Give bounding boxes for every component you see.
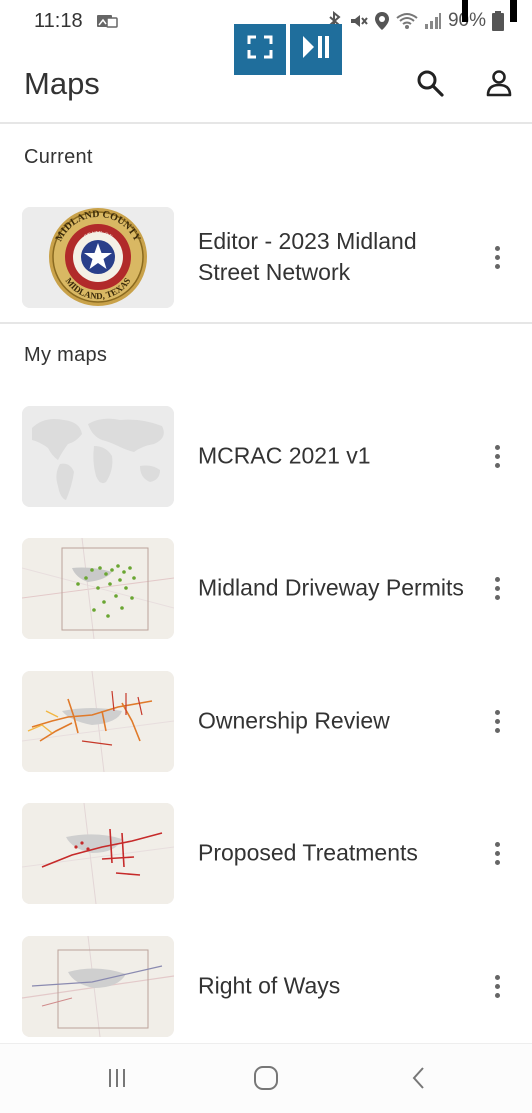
divider <box>0 322 532 324</box>
map-item-current[interactable]: MIDLAND COUNTY MIDLAND, TEXAS STATE OF T… <box>0 197 532 317</box>
mute-icon <box>348 11 368 31</box>
map-title: Ownership Review <box>198 707 390 734</box>
more-vert-dot <box>494 841 500 847</box>
recent-apps-button[interactable] <box>97 1062 137 1098</box>
county-seal-thumb: MIDLAND COUNTY MIDLAND, TEXAS STATE OF T… <box>22 207 174 308</box>
map-item-right-of-ways[interactable]: Right of Ways <box>0 926 532 1046</box>
red-lines-map-thumb <box>22 803 174 904</box>
more-vert-dot <box>494 576 500 582</box>
wifi-icon <box>396 12 418 30</box>
section-header-current: Current <box>24 146 93 168</box>
app-bar: Maps <box>0 46 532 124</box>
map-title: Editor - 2023 Midland Street Network <box>198 228 417 285</box>
more-options-button[interactable] <box>484 436 510 476</box>
base-map-thumb <box>22 936 174 1037</box>
more-vert-dot <box>494 444 500 450</box>
home-button[interactable] <box>246 1062 286 1098</box>
search-button[interactable] <box>413 68 447 102</box>
more-vert-dot <box>494 718 500 724</box>
account-icon <box>485 69 513 102</box>
home-icon <box>253 1065 279 1096</box>
more-vert-dot <box>494 850 500 856</box>
world-map-thumb <box>22 406 174 507</box>
more-vert-dot <box>494 263 500 269</box>
map-title: Right of Ways <box>198 972 341 999</box>
search-icon <box>416 69 444 102</box>
status-time: 11:18 <box>34 10 83 32</box>
orange-lines-map-thumb <box>22 671 174 772</box>
map-item-driveway-permits[interactable]: Midland Driveway Permits <box>0 528 532 648</box>
map-item-mcrac[interactable]: MCRAC 2021 v1 <box>0 396 532 516</box>
map-thumbnail <box>22 936 174 1037</box>
map-title: Midland Driveway Permits <box>198 574 464 601</box>
more-options-button[interactable] <box>484 237 510 277</box>
map-thumbnail: MIDLAND COUNTY MIDLAND, TEXAS STATE OF T… <box>22 207 174 308</box>
overlay-marks <box>462 0 517 22</box>
more-vert-dot <box>494 983 500 989</box>
more-vert-dot <box>494 594 500 600</box>
image-icon <box>96 13 118 34</box>
more-vert-dot <box>494 974 500 980</box>
map-thumbnail <box>22 538 174 639</box>
more-options-button[interactable] <box>484 833 510 873</box>
account-button[interactable] <box>482 68 516 102</box>
more-options-button[interactable] <box>484 966 510 1006</box>
back-icon <box>409 1065 429 1096</box>
map-thumbnail <box>22 671 174 772</box>
section-header-my-maps: My maps <box>24 344 108 366</box>
more-options-button[interactable] <box>484 568 510 608</box>
more-vert-dot <box>494 992 500 998</box>
more-vert-dot <box>494 245 500 251</box>
system-nav-bar <box>0 1043 532 1113</box>
back-button[interactable] <box>399 1062 439 1098</box>
map-title: Proposed Treatments <box>198 839 418 866</box>
more-vert-dot <box>494 727 500 733</box>
more-vert-dot <box>494 453 500 459</box>
location-icon <box>374 11 390 31</box>
map-item-proposed-treatments[interactable]: Proposed Treatments <box>0 793 532 913</box>
more-vert-dot <box>494 462 500 468</box>
page-title: Maps <box>24 66 100 101</box>
more-vert-dot <box>494 254 500 260</box>
more-options-button[interactable] <box>484 701 510 741</box>
map-item-ownership-review[interactable]: Ownership Review <box>0 661 532 781</box>
more-vert-dot <box>494 859 500 865</box>
recent-apps-icon <box>105 1066 129 1095</box>
map-title: MCRAC 2021 v1 <box>198 442 371 469</box>
signal-icon <box>424 12 442 30</box>
map-thumbnail <box>22 803 174 904</box>
more-vert-dot <box>494 585 500 591</box>
map-thumbnail <box>22 406 174 507</box>
green-points-map-thumb <box>22 538 174 639</box>
more-vert-dot <box>494 709 500 715</box>
